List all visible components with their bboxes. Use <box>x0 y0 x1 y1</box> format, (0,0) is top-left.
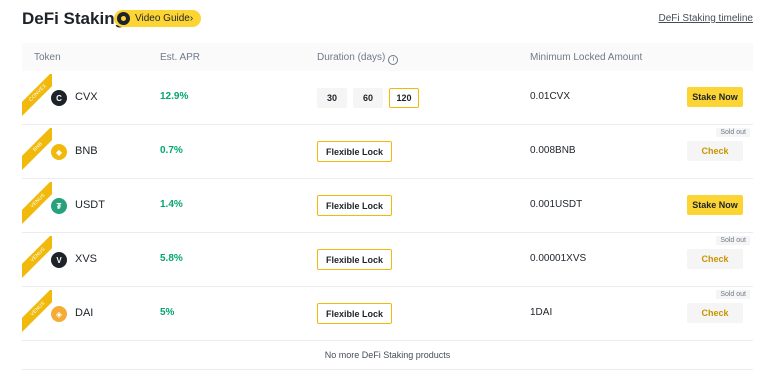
table-row: VENUS ₮ USDT 1.4% Flexible Lock 0.001USDT Stak… <box>22 179 753 233</box>
stake-now-button[interactable]: Stake Now <box>687 87 743 107</box>
check-button[interactable]: Check <box>687 141 743 161</box>
check-button[interactable]: Check <box>687 303 743 323</box>
sold-out-badge: Sold out <box>716 236 750 245</box>
project-ribbon: VENUS <box>22 236 52 278</box>
est-apr: 5% <box>160 307 175 318</box>
duration-options: 30 60 120 <box>317 88 419 108</box>
column-duration-label: Duration (days) <box>317 52 386 63</box>
info-icon[interactable]: i <box>388 55 399 65</box>
column-min-amount: Minimum Locked Amount <box>530 52 643 63</box>
min-locked-amount: 0.01CVX <box>530 91 571 102</box>
bnb-token-icon: ◆ <box>51 144 67 160</box>
video-guide-label: Video Guide› <box>135 13 194 24</box>
ribbon-label: CONVEX <box>22 74 52 116</box>
token-name: CVX <box>75 91 98 103</box>
table-row: VENUS V XVS 5.8% Flexible Lock 0.00001XVS Sold… <box>22 233 753 287</box>
no-more-products: No more DeFi Staking products <box>22 341 753 370</box>
page-header: DeFi Staking Video Guide› DeFi Staking t… <box>22 8 753 30</box>
ribbon-label: VENUS <box>22 236 52 278</box>
est-apr: 0.7% <box>160 145 183 156</box>
column-duration: Duration (days) i <box>317 52 399 65</box>
min-locked-amount: 1DAI <box>530 307 553 318</box>
table-row: BNB ◆ BNB 0.7% Flexible Lock 0.008BNB Sold out… <box>22 125 753 179</box>
video-play-icon <box>117 12 130 25</box>
video-guide-button[interactable]: Video Guide› <box>114 10 202 27</box>
token-name: USDT <box>75 199 105 211</box>
est-apr: 12.9% <box>160 91 189 102</box>
flexible-lock-option[interactable]: Flexible Lock <box>317 249 393 270</box>
page-title: DeFi Staking <box>22 9 125 28</box>
token-name: BNB <box>75 145 98 157</box>
project-ribbon: VENUS <box>22 182 52 224</box>
ribbon-label: BNB <box>22 128 52 170</box>
staking-table: Token Est. APR Duration (days) i Minimum … <box>22 43 753 370</box>
table-header: Token Est. APR Duration (days) i Minimum … <box>22 43 753 71</box>
column-apr: Est. APR <box>160 52 201 63</box>
token-name: XVS <box>75 253 98 265</box>
staking-timeline-link[interactable]: DeFi Staking timeline <box>659 13 753 24</box>
ribbon-label: VENUS <box>22 290 52 332</box>
min-locked-amount: 0.001USDT <box>530 199 583 210</box>
stake-now-button[interactable]: Stake Now <box>687 195 743 215</box>
dai-token-icon: ◈ <box>51 306 67 322</box>
project-ribbon: CONVEX <box>22 74 52 116</box>
cvx-token-icon: C <box>51 90 67 106</box>
project-ribbon: BNB <box>22 128 52 170</box>
token-name: DAI <box>75 307 94 319</box>
duration-option-60[interactable]: 60 <box>353 88 383 108</box>
column-token: Token <box>34 52 61 63</box>
min-locked-amount: 0.00001XVS <box>530 253 587 264</box>
table-row: VENUS ◈ DAI 5% Flexible Lock 1DAI Sold out Chec… <box>22 287 753 341</box>
est-apr: 1.4% <box>160 199 183 210</box>
table-body: CONVEX C CVX 12.9% 30 60 120 0.01CVX Stake Now BN… <box>22 71 753 341</box>
sold-out-badge: Sold out <box>716 128 750 137</box>
ribbon-label: VENUS <box>22 182 52 224</box>
check-button[interactable]: Check <box>687 249 743 269</box>
project-ribbon: VENUS <box>22 290 52 332</box>
est-apr: 5.8% <box>160 253 183 264</box>
flexible-lock-option[interactable]: Flexible Lock <box>317 195 393 216</box>
xvs-token-icon: V <box>51 252 67 268</box>
flexible-lock-option[interactable]: Flexible Lock <box>317 303 393 324</box>
table-row: CONVEX C CVX 12.9% 30 60 120 0.01CVX Stake Now <box>22 71 753 125</box>
min-locked-amount: 0.008BNB <box>530 145 576 156</box>
duration-option-120[interactable]: 120 <box>389 88 419 108</box>
sold-out-badge: Sold out <box>716 290 750 299</box>
flexible-lock-option[interactable]: Flexible Lock <box>317 141 393 162</box>
duration-option-30[interactable]: 30 <box>317 88 347 108</box>
usdt-token-icon: ₮ <box>51 198 67 214</box>
